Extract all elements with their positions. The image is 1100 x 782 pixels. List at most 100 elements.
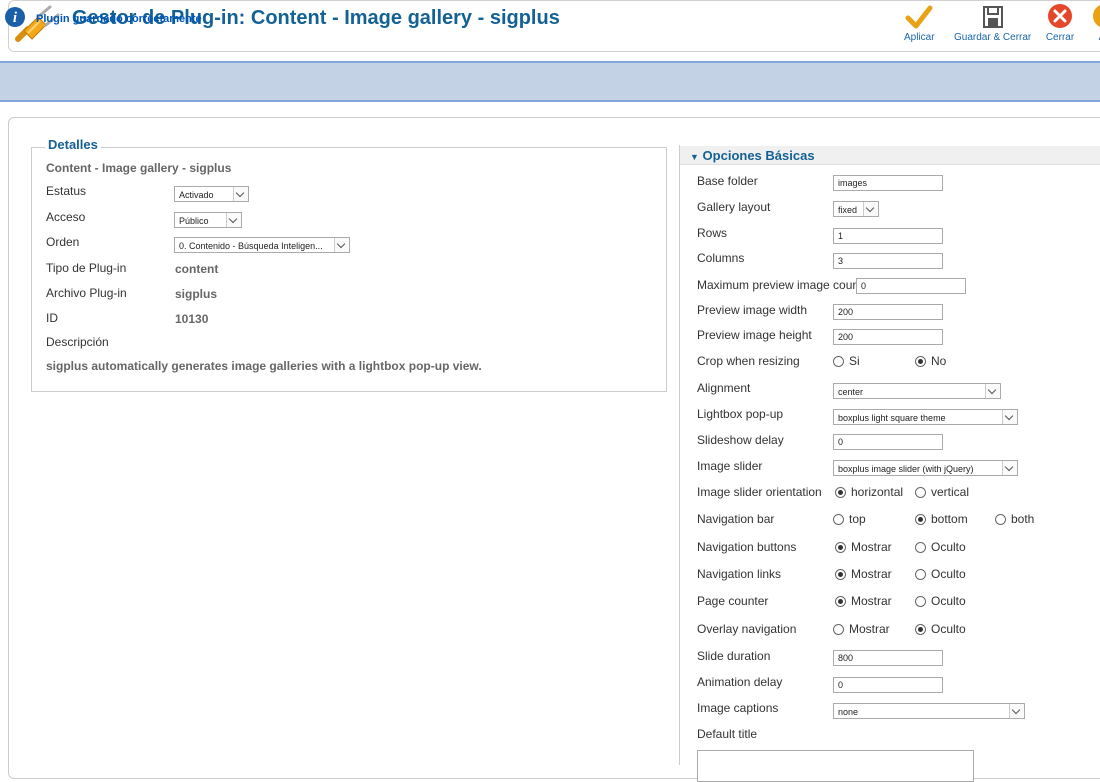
status-select[interactable]: Activado [174,186,249,202]
save-close-label: Guardar & Cerrar [954,32,1032,43]
order-select[interactable]: 0. Contenido - Búsqueda Inteligen... [174,237,350,253]
overlay-nav-hide-radio[interactable]: Oculto [915,622,966,636]
save-icon [982,6,1003,28]
access-select[interactable]: Público [174,212,242,228]
description-label: Descripción [46,335,109,349]
extra-toolbar-button[interactable]: A [1090,3,1100,43]
base-folder-input[interactable]: images [833,175,943,191]
apply-button[interactable]: Aplicar [904,3,935,43]
preview-width-input[interactable]: 200 [833,304,943,320]
chevron-down-icon [233,187,248,201]
image-slider-label: Image slider [697,459,763,473]
nav-buttons-hide-radio[interactable]: Oculto [915,540,966,554]
radio-on [835,487,846,498]
id-value: 10130 [175,312,209,326]
close-icon [1048,4,1072,28]
chevron-down-icon [1002,410,1017,424]
close-button[interactable]: Cerrar [1045,3,1075,43]
info-icon: i [4,6,26,31]
apply-label: Aplicar [904,32,935,43]
alignment-value: center [838,387,864,397]
columns-input[interactable]: 3 [833,253,943,269]
page-counter-show-label: Mostrar [851,594,892,608]
type-label: Tipo de Plug-in [46,261,127,275]
nav-bar-both-radio[interactable]: both [995,512,1034,526]
save-close-button[interactable]: Guardar & Cerrar [954,3,1031,43]
captions-label: Image captions [697,701,779,715]
access-value: Público [179,216,209,226]
nav-links-hide-radio[interactable]: Oculto [915,567,966,581]
status-label: Estatus [46,184,87,198]
nav-buttons-show-radio[interactable]: Mostrar [835,540,892,554]
radio-off [915,487,926,498]
orientation-vertical-radio[interactable]: vertical [915,485,969,499]
overlay-nav-show-label: Mostrar [849,622,890,636]
radio-off [833,514,844,525]
max-count-input[interactable]: 0 [856,278,966,294]
crop-label: Crop when resizing [697,354,800,368]
radio-off [833,624,844,635]
nav-bar-bottom-radio[interactable]: bottom [915,512,968,526]
nav-bar-top-label: top [849,512,866,526]
animation-delay-label: Animation delay [697,675,783,689]
close-label: Cerrar [1045,32,1075,43]
captions-select[interactable]: none [833,703,1025,719]
gallery-layout-label: Gallery layout [697,200,771,214]
radio-off [833,356,844,367]
nav-links-hide-label: Oculto [931,567,966,581]
preview-height-input[interactable]: 200 [833,329,943,345]
chevron-down-icon [334,238,349,252]
overlay-nav-label: Overlay navigation [697,622,797,636]
image-slider-value: boxplus image slider (with jQuery) [838,464,974,474]
slider-orientation-label: Image slider orientation [697,485,822,499]
rows-input[interactable]: 1 [833,228,943,244]
radio-on [915,624,926,635]
nav-bar-bottom-label: bottom [931,512,968,526]
preview-width-label: Preview image width [697,303,808,317]
captions-value: none [838,707,859,717]
file-label: Archivo Plug-in [46,286,127,300]
extra-icon [1093,5,1100,27]
page-counter-hide-label: Oculto [931,594,966,608]
gallery-layout-select[interactable]: fixed [833,201,879,217]
orientation-horizontal-radio[interactable]: horizontal [835,485,903,499]
nav-bar-top-radio[interactable]: top [833,512,866,526]
message-bar [0,61,1100,102]
alignment-label: Alignment [697,381,751,395]
crop-si-label: Si [849,354,860,368]
animation-delay-input[interactable]: 0 [833,677,943,693]
default-title-input[interactable] [697,750,974,782]
slide-duration-input[interactable]: 800 [833,650,943,666]
lightbox-value: boxplus light square theme [838,413,946,423]
chevron-down-icon [226,213,241,227]
chevron-down-icon [863,202,878,216]
radio-on [835,596,846,607]
options-title[interactable]: ▼ Opciones Básicas [690,148,815,163]
slideshow-delay-label: Slideshow delay [697,433,784,447]
page-counter-hide-radio[interactable]: Oculto [915,594,966,608]
nav-links-show-label: Mostrar [851,567,892,581]
radio-on [835,569,846,580]
nav-buttons-label: Navigation buttons [697,540,797,554]
alignment-select[interactable]: center [833,383,1001,399]
crop-si-radio[interactable]: Si [833,354,860,368]
checkmark-icon [905,5,933,29]
slideshow-delay-input[interactable]: 0 [833,434,943,450]
crop-no-radio[interactable]: No [915,354,946,368]
radio-on [915,356,926,367]
radio-off [915,542,926,553]
preview-height-label: Preview image height [697,328,812,342]
details-fieldset [31,147,667,392]
description-text: sigplus automatically generates image ga… [46,359,482,373]
lightbox-select[interactable]: boxplus light square theme [833,409,1018,425]
image-slider-select[interactable]: boxplus image slider (with jQuery) [833,460,1018,476]
orientation-horizontal-label: horizontal [851,485,904,499]
page-counter-show-radio[interactable]: Mostrar [835,594,892,608]
nav-links-show-radio[interactable]: Mostrar [835,567,892,581]
gallery-layout-value: fixed [838,205,858,215]
slide-duration-label: Slide duration [697,649,771,663]
order-label: Orden [46,235,80,249]
overlay-nav-show-radio[interactable]: Mostrar [833,622,890,636]
type-value: content [175,262,219,276]
base-folder-label: Base folder [697,174,758,188]
